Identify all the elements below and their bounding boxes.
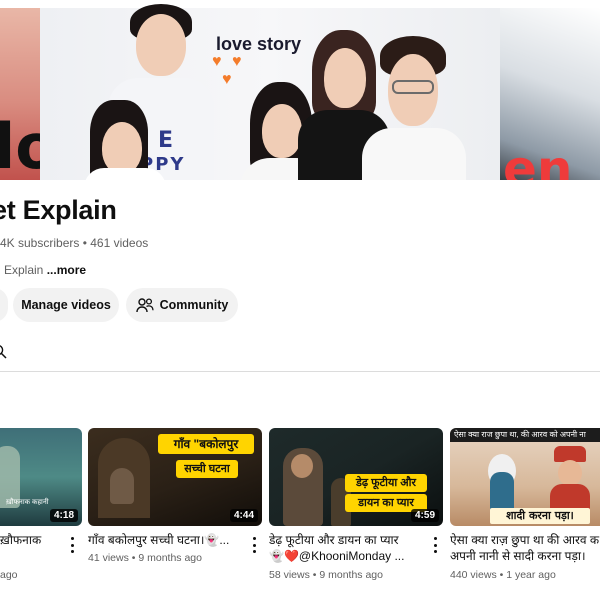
search-icon[interactable]	[0, 344, 8, 365]
community-icon	[135, 298, 154, 313]
heart-icon: ♥	[222, 71, 232, 88]
channel-name: et Explain	[0, 195, 117, 225]
more-actions-icon[interactable]	[66, 536, 78, 554]
thumbnail-text: गाँव "बकोलपुर	[158, 434, 254, 454]
manage-videos-button[interactable]: Manage videos	[13, 288, 119, 322]
heart-icon: ♥	[212, 53, 222, 70]
channel-description-text: Explain	[4, 263, 44, 277]
video-thumbnail[interactable]: गाँव "बकोलपुर सच्ची घटना 4:44	[88, 428, 262, 526]
video-title-line2: अपनी नानी से सादी करना पड़ा।	[450, 549, 586, 563]
manage-videos-label: Manage videos	[21, 298, 111, 312]
video-title[interactable]: ख़ौफनाक	[0, 532, 70, 548]
thumbnail-text: सच्ची घटना	[176, 460, 238, 478]
video-duration: 4:44	[229, 509, 258, 522]
channel-description[interactable]: Explain ...more	[4, 263, 86, 277]
banner-right-text: en	[503, 140, 573, 180]
video-meta: 41 views • 9 months ago	[88, 552, 202, 564]
thumbnail-text: ख़ौफनाक कहानी	[6, 499, 49, 506]
community-label: Community	[159, 298, 229, 312]
video-thumbnail[interactable]: ऐसा क्या राज छुपा था, की आरव को अपनी ना …	[450, 428, 600, 526]
banner-love-story-text: love story	[216, 34, 302, 54]
video-thumbnail[interactable]: डेढ़ फूटीया और डायन का प्यार 4:59	[269, 428, 443, 526]
video-meta: 440 views • 1 year ago	[450, 569, 556, 581]
video-thumbnail[interactable]: ख़ौफनाक कहानी 4:18	[0, 428, 82, 526]
more-actions-icon[interactable]	[429, 536, 441, 554]
video-title-line2: 👻❤️@KhooniMonday ...	[269, 549, 405, 563]
more-actions-icon[interactable]	[248, 536, 260, 554]
video-title[interactable]: ऐसा क्या राज़ छुपा था की आरव क	[450, 532, 600, 548]
video-meta: ago	[0, 569, 18, 581]
video-title[interactable]: डेढ़ फूटीया और डायन का प्यार	[269, 532, 421, 548]
thumbnail-text: डेढ़ फूटीया और	[345, 474, 427, 492]
tab-divider	[0, 371, 600, 372]
heart-icon: ♥	[232, 53, 242, 70]
video-meta: 58 views • 9 months ago	[269, 569, 383, 581]
community-button[interactable]: Community	[126, 288, 238, 322]
video-duration: 4:18	[49, 509, 78, 522]
video-duration: 4:59	[410, 509, 439, 522]
channel-banner: lo E PPY love story ♥ ♥ ♥ en	[0, 0, 600, 180]
customize-channel-button[interactable]	[0, 288, 8, 322]
more-link[interactable]: ...more	[47, 263, 86, 277]
thumbnail-text: शादी करना पड़ा।	[490, 508, 590, 524]
channel-stats: 4K subscribers • 461 videos	[0, 236, 149, 250]
thumbnail-text: ऐसा क्या राज छुपा था, की आरव को अपनी ना	[454, 430, 586, 439]
video-title[interactable]: गाँव बकोलपुर सच्ची घटना।👻...	[88, 532, 240, 548]
